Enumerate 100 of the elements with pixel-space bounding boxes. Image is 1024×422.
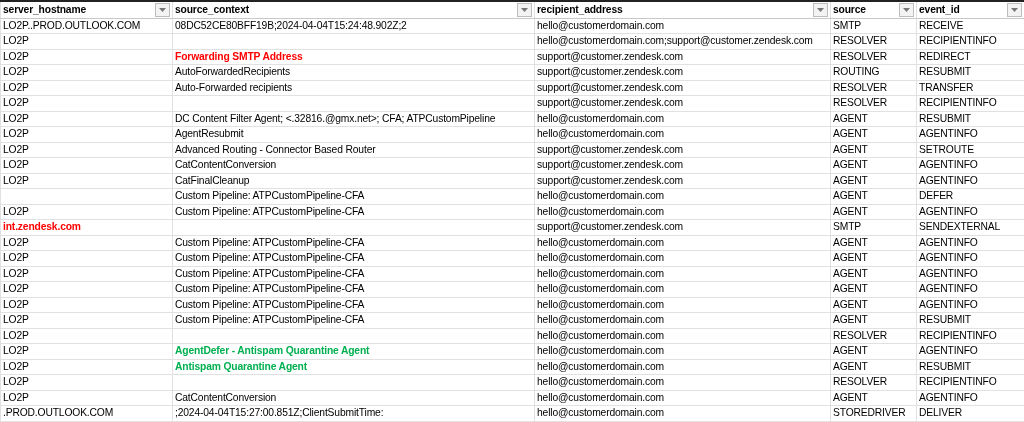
table-cell: 08DC52CE80BFF19B;2024-04-04T15:24:48.902Z;2 bbox=[175, 19, 407, 31]
table-cell: ;2024-04-04T15:27:00.851Z;ClientSubmitTime: bbox=[175, 407, 384, 419]
table-cell: DC Content Filter Agent; <.32816.@gmx.net>; CFA; ATPCustomPipeline bbox=[175, 112, 496, 124]
table-cell: SENDEXTERNAL bbox=[919, 221, 1001, 233]
table-cell: support@customer.zendesk.com bbox=[537, 50, 683, 62]
table-cell: LO2P bbox=[3, 252, 29, 264]
table-cell: LO2P bbox=[3, 236, 29, 248]
column-header: recipient_address bbox=[537, 3, 623, 17]
table-cell: LO2P bbox=[3, 345, 29, 357]
table-cell: SETROUTE bbox=[919, 143, 974, 155]
table-cell: Custom Pipeline: ATPCustomPipeline-CFA bbox=[175, 283, 365, 295]
table-cell: RECEIVE bbox=[919, 19, 964, 31]
table-cell: STOREDRIVER bbox=[833, 407, 906, 419]
table-cell: support@customer.zendesk.com bbox=[537, 97, 683, 109]
table-cell: hello@customerdomain.com bbox=[537, 283, 665, 295]
table-cell: CatContentConversion bbox=[175, 391, 277, 403]
filter-button[interactable] bbox=[899, 3, 914, 17]
table-cell: .PROD.OUTLOOK.COM bbox=[3, 407, 114, 419]
filter-button[interactable] bbox=[155, 3, 170, 17]
table-cell: support@customer.zendesk.com bbox=[537, 143, 683, 155]
caret-icon bbox=[1011, 7, 1018, 12]
table-cell: int.zendesk.com bbox=[3, 221, 81, 233]
table-cell: hello@customerdomain.com bbox=[537, 314, 665, 326]
table-cell: RESOLVER bbox=[833, 35, 888, 47]
table-cell: LO2P bbox=[3, 50, 29, 62]
column-header: source bbox=[833, 3, 866, 17]
caret-icon bbox=[521, 7, 528, 12]
table-cell: RESUBMIT bbox=[919, 112, 971, 124]
table-cell: RECIPIENTINFO bbox=[919, 376, 997, 388]
table-cell: hello@customerdomain.com bbox=[537, 391, 665, 403]
table-cell: Custom Pipeline: ATPCustomPipeline-CFA bbox=[175, 205, 365, 217]
table-cell: LO2P bbox=[3, 66, 29, 78]
table-cell: AGENTINFO bbox=[919, 159, 978, 171]
table-cell: LO2P bbox=[3, 376, 29, 388]
table-cell: RESOLVER bbox=[833, 376, 888, 388]
table-cell: AGENT bbox=[833, 283, 868, 295]
table-cell: AGENTINFO bbox=[919, 298, 978, 310]
table-cell: DEFER bbox=[919, 190, 954, 202]
table-cell: CatFinalCleanup bbox=[175, 174, 250, 186]
table-cell: support@customer.zendesk.com bbox=[537, 174, 683, 186]
table-cell: AGENT bbox=[833, 252, 868, 264]
table-cell: LO2P bbox=[3, 143, 29, 155]
table-cell: Custom Pipeline: ATPCustomPipeline-CFA bbox=[175, 298, 365, 310]
caret-icon bbox=[903, 7, 910, 12]
table-cell: SMTP bbox=[833, 221, 861, 233]
table-cell: AGENTINFO bbox=[919, 345, 978, 357]
table-cell: AGENT bbox=[833, 391, 868, 403]
table-cell: hello@customerdomain.com bbox=[537, 329, 665, 341]
table-cell: RECIPIENTINFO bbox=[919, 35, 997, 47]
table-cell: LO2P bbox=[3, 360, 29, 372]
table-cell: LO2P bbox=[3, 391, 29, 403]
table-cell: REDIRECT bbox=[919, 50, 971, 62]
table-cell: AgentResubmit bbox=[175, 128, 244, 140]
filter-button[interactable] bbox=[517, 3, 532, 17]
table-cell: Forwarding SMTP Address bbox=[175, 50, 303, 62]
table-cell: CatContentConversion bbox=[175, 159, 277, 171]
table-cell: hello@customerdomain.com bbox=[537, 190, 665, 202]
table-cell: hello@customerdomain.com bbox=[537, 407, 665, 419]
table-cell: AGENT bbox=[833, 314, 868, 326]
table-cell: LO2P bbox=[3, 81, 29, 93]
table-cell: TRANSFER bbox=[919, 81, 974, 93]
table-cell: support@customer.zendesk.com bbox=[537, 159, 683, 171]
table-cell: AGENT bbox=[833, 360, 868, 372]
table-cell: Custom Pipeline: ATPCustomPipeline-CFA bbox=[175, 252, 365, 264]
column-header: server_hostname bbox=[3, 3, 87, 17]
table-cell: AGENTINFO bbox=[919, 128, 978, 140]
table-cell: RECIPIENTINFO bbox=[919, 97, 997, 109]
table-cell: hello@customerdomain.com bbox=[537, 19, 665, 31]
table-cell: hello@customerdomain.com bbox=[537, 252, 665, 264]
table-cell: support@customer.zendesk.com bbox=[537, 221, 683, 233]
table-cell: RESUBMIT bbox=[919, 360, 971, 372]
table-cell: LO2P bbox=[3, 314, 29, 326]
table-cell: hello@customerdomain.com bbox=[537, 112, 665, 124]
table-cell: AgentDefer - Antispam Quarantine Agent bbox=[175, 345, 370, 357]
table-cell: LO2P bbox=[3, 97, 29, 109]
filter-button[interactable] bbox=[1007, 3, 1022, 17]
filter-button[interactable] bbox=[813, 3, 828, 17]
table-cell: Advanced Routing - Connector Based Router bbox=[175, 143, 376, 155]
table-cell: SMTP bbox=[833, 19, 861, 31]
table-cell: AGENT bbox=[833, 236, 868, 248]
table-cell: hello@customerdomain.com bbox=[537, 267, 665, 279]
table-cell: LO2P bbox=[3, 174, 29, 186]
table-cell: AGENT bbox=[833, 128, 868, 140]
table-cell: Custom Pipeline: ATPCustomPipeline-CFA bbox=[175, 190, 365, 202]
caret-icon bbox=[159, 7, 166, 12]
table-cell: hello@customerdomain.com;support@customer.zendesk.com bbox=[537, 35, 813, 47]
table-cell: LO2P bbox=[3, 112, 29, 124]
table-cell: AGENT bbox=[833, 345, 868, 357]
table-cell: AGENT bbox=[833, 190, 868, 202]
table-cell: hello@customerdomain.com bbox=[537, 345, 665, 357]
table-cell: LO2P bbox=[3, 267, 29, 279]
table-cell: LO2P bbox=[3, 329, 29, 341]
table-cell: LO2P bbox=[3, 128, 29, 140]
table-cell: support@customer.zendesk.com bbox=[537, 66, 683, 78]
table-cell: AGENTINFO bbox=[919, 252, 978, 264]
table-cell: AGENT bbox=[833, 112, 868, 124]
table-cell: hello@customerdomain.com bbox=[537, 236, 665, 248]
table-cell: support@customer.zendesk.com bbox=[537, 81, 683, 93]
caret-icon bbox=[817, 7, 824, 12]
table-cell: AutoForwardedRecipients bbox=[175, 66, 291, 78]
